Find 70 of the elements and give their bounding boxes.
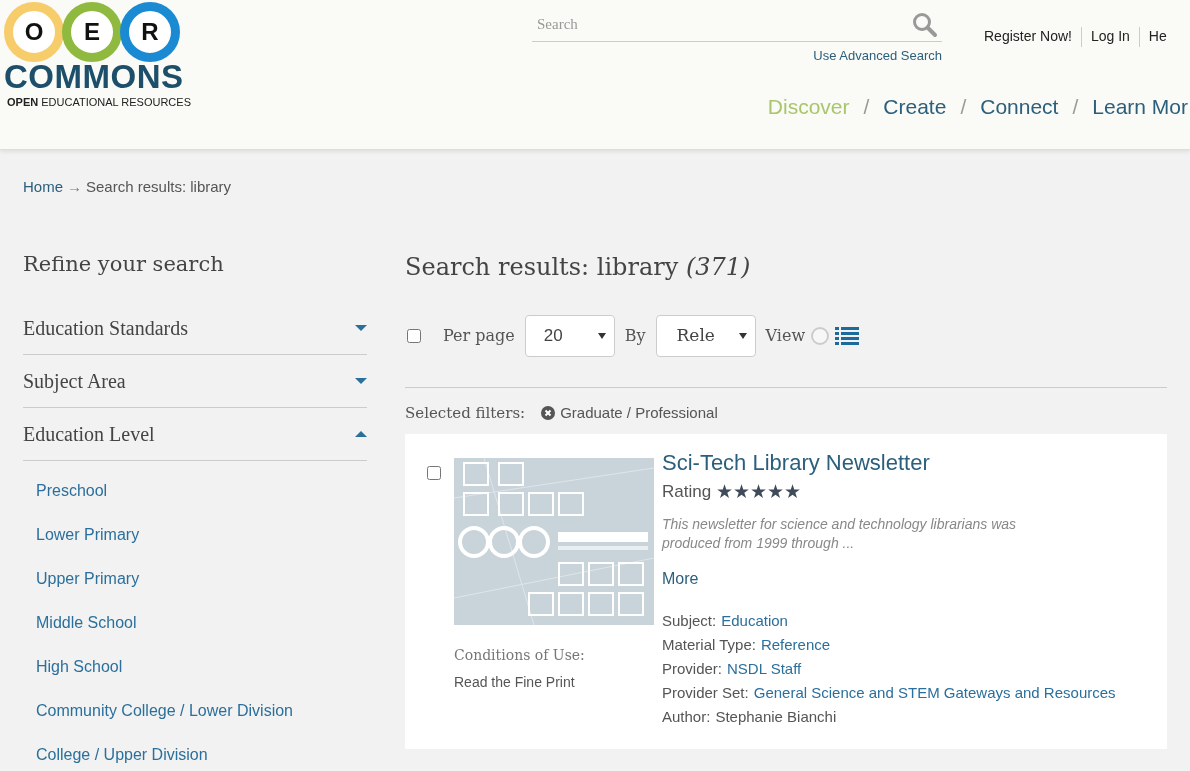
star-icon: ★ bbox=[784, 482, 802, 502]
facet-heading[interactable]: Education Standards bbox=[23, 313, 188, 343]
nav-link[interactable]: Learn Mor bbox=[1092, 91, 1188, 123]
results-heading: Search results: library (371) bbox=[405, 251, 751, 283]
sidebar-heading: Refine your search bbox=[23, 250, 224, 278]
sort-select[interactable]: Rele bbox=[655, 314, 756, 357]
result-title-link[interactable]: Sci-Tech Library Newsletter bbox=[662, 446, 930, 479]
conditions-label: Conditions of Use: bbox=[454, 646, 585, 665]
field-value-link[interactable]: Reference bbox=[760, 632, 831, 657]
filter-tag: Graduate / Professional bbox=[560, 401, 718, 424]
nav-separator: / bbox=[863, 94, 870, 120]
nav-separator: / bbox=[960, 94, 967, 120]
logo-ring-letter: O bbox=[4, 2, 64, 62]
star-icon: ★ bbox=[733, 482, 751, 502]
facet-heading[interactable]: Education Level bbox=[23, 419, 155, 449]
field-value-link[interactable]: Education bbox=[721, 608, 788, 633]
search-field[interactable]: Search bbox=[532, 13, 912, 36]
facet-option-link[interactable]: Middle School bbox=[36, 611, 137, 635]
more-link[interactable]: More bbox=[662, 566, 699, 591]
logo-wordmark: COMMONS bbox=[4, 60, 184, 94]
view-radio[interactable] bbox=[811, 326, 830, 345]
sort-label: By bbox=[624, 324, 646, 347]
search-icon[interactable] bbox=[912, 11, 938, 38]
star-icon: ★ bbox=[767, 482, 785, 502]
breadcrumb-link[interactable]: Home bbox=[23, 176, 63, 199]
result-checkbox[interactable] bbox=[427, 466, 441, 480]
star-icon: ★ bbox=[750, 482, 768, 502]
facet-option-link[interactable]: College / Upper Division bbox=[36, 743, 208, 767]
field-label: Author: bbox=[662, 706, 711, 727]
logo-ring-letter: E bbox=[62, 2, 122, 62]
field-label: Subject: bbox=[662, 610, 717, 631]
advanced-search-link[interactable]: Use Advanced Search bbox=[813, 46, 942, 66]
account-link[interactable]: He bbox=[1148, 26, 1167, 47]
breadcrumb-current: Search results: library bbox=[86, 177, 232, 197]
breadcrumb-separator: → bbox=[67, 177, 82, 197]
nav-separator: / bbox=[1072, 94, 1079, 120]
field-value-link[interactable]: NSDL Staff bbox=[727, 656, 802, 681]
facet-option-link[interactable]: Preschool bbox=[36, 479, 108, 503]
filters-label: Selected filters: bbox=[405, 402, 526, 424]
account-link[interactable]: Register Now! bbox=[984, 26, 1072, 47]
facet-option-link[interactable]: Community College / Lower Division bbox=[36, 699, 293, 723]
view-label: View bbox=[765, 324, 806, 347]
field-value: Stephanie Bianchi bbox=[715, 706, 837, 727]
per-page-select[interactable]: 20 bbox=[524, 314, 615, 357]
per-page-label: Per page bbox=[443, 324, 515, 347]
conditions-value: Read the Fine Print bbox=[454, 673, 575, 692]
result-description: This newsletter for science and technology librarians was produced from 1999 through ... bbox=[662, 514, 1018, 553]
caret-icon[interactable] bbox=[355, 431, 367, 437]
logo-ring-letter: R bbox=[120, 2, 180, 62]
caret-icon bbox=[738, 332, 747, 339]
list-view-icon[interactable] bbox=[835, 326, 860, 345]
caret-icon bbox=[597, 332, 606, 339]
caret-icon[interactable] bbox=[355, 378, 367, 384]
facet-option-link[interactable]: High School bbox=[36, 655, 123, 679]
remove-filter-icon[interactable] bbox=[541, 405, 556, 420]
logo-tagline: OPEN EDUCATIONAL RESOURCES bbox=[7, 95, 191, 110]
nav-link[interactable]: Connect bbox=[980, 91, 1059, 123]
field-label: Provider Set: bbox=[662, 682, 749, 703]
field-value-link[interactable]: General Science and STEM Gateways and Resources bbox=[753, 680, 1116, 705]
facet-option-link[interactable]: Upper Primary bbox=[36, 567, 140, 591]
field-label: Material Type: bbox=[662, 634, 756, 655]
rating-label: Rating bbox=[662, 481, 712, 503]
star-icon: ★ bbox=[716, 482, 734, 502]
account-link[interactable]: Log In bbox=[1090, 26, 1130, 47]
select-all-checkbox[interactable] bbox=[407, 328, 421, 343]
facet-option-link[interactable]: Lower Primary bbox=[36, 523, 140, 547]
field-label: Provider: bbox=[662, 658, 723, 679]
caret-icon[interactable] bbox=[355, 325, 367, 331]
facet-heading[interactable]: Subject Area bbox=[23, 366, 126, 396]
nav-link[interactable]: Create bbox=[883, 91, 947, 123]
